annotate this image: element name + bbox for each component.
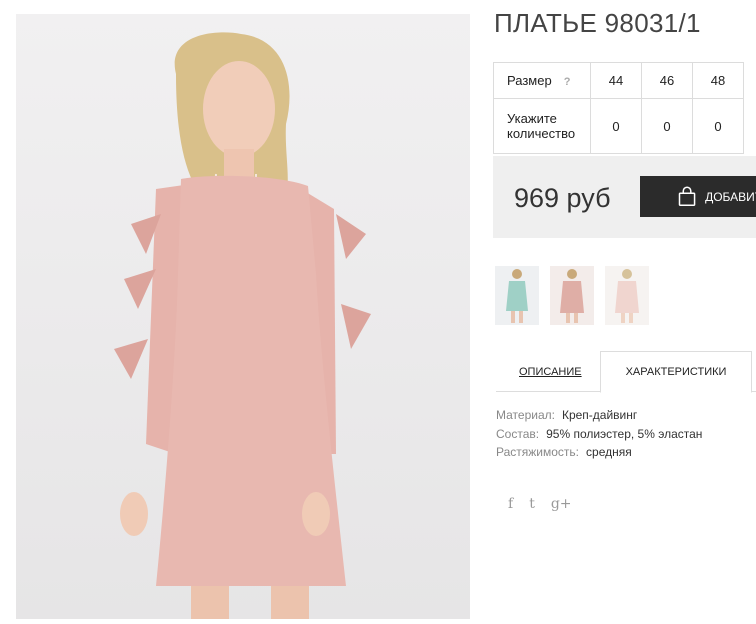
price: 969 руб [514, 183, 611, 213]
size-44: 44 [590, 62, 642, 99]
price-box: 969 руб ДОБАВИТЬ [493, 156, 756, 238]
model-in-pink-dress-image [114, 32, 371, 619]
size-label: Размер [507, 73, 552, 88]
shopping-bag-icon [678, 185, 696, 206]
spec-key: Материал: [496, 408, 555, 422]
spec-row-material: Материал: Креп-дайвинг [496, 406, 702, 425]
facebook-icon[interactable]: f [508, 496, 513, 512]
quantity-label-cell: Укажите количество [493, 98, 591, 154]
thumbnail-gallery [495, 266, 649, 325]
product-title: ПЛАТЬЕ 98031/1 [494, 8, 701, 38]
twitter-icon[interactable]: t [529, 496, 535, 512]
spec-row-stretch: Растяжимость: средняя [496, 443, 702, 462]
size-label-cell: Размер? [493, 62, 591, 99]
quantity-label-line1: Укажите [507, 111, 557, 126]
pink-dress-thumbnail-image [560, 269, 584, 323]
social-share: f t g+ [508, 496, 572, 512]
size-48: 48 [692, 62, 744, 99]
tab-description[interactable]: ОПИСАНИЕ [519, 366, 582, 378]
characteristics-list: Материал: Креп-дайвинг Состав: 95% полиэст… [496, 406, 702, 462]
quantity-label-line2: количество [507, 126, 576, 141]
product-tabs: ОПИСАНИЕ ХАРАКТЕРИСТИКИ [496, 351, 756, 393]
spec-value: Креп-дайвинг [561, 408, 638, 422]
spec-key: Состав: [496, 426, 540, 441]
add-to-cart-label: ДОБАВИТЬ [705, 189, 756, 204]
quantity-input-48[interactable]: 0 [692, 98, 744, 154]
spec-value: средняя [586, 445, 632, 459]
tab-characteristics[interactable]: ХАРАКТЕРИСТИКИ [600, 351, 752, 393]
quantity-input-44[interactable]: 0 [590, 98, 642, 154]
quantity-input-46[interactable]: 0 [641, 98, 693, 154]
light-pink-dress-thumbnail-image [615, 269, 639, 323]
spec-row-composition: Состав: 95% полиэстер, 5% эластан [496, 425, 702, 444]
size-46: 46 [641, 62, 693, 99]
product-main-photo[interactable] [16, 14, 470, 619]
size-help-icon[interactable]: ? [564, 76, 571, 88]
thumbnail-mint-dress[interactable] [495, 266, 539, 325]
spec-key: Растяжимость: [496, 445, 580, 459]
thumbnail-light-pink-dress[interactable] [605, 266, 649, 325]
size-quantity-table: Размер? 44 46 48 Укажите количество 0 0 … [493, 62, 744, 154]
mint-dress-thumbnail-image [506, 269, 528, 323]
thumbnail-pink-dress[interactable] [550, 266, 594, 325]
google-plus-icon[interactable]: g+ [551, 496, 572, 512]
add-to-cart-button[interactable]: ДОБАВИТЬ [640, 176, 756, 217]
spec-value: 95% полиэстер, 5% эластан [546, 426, 703, 441]
